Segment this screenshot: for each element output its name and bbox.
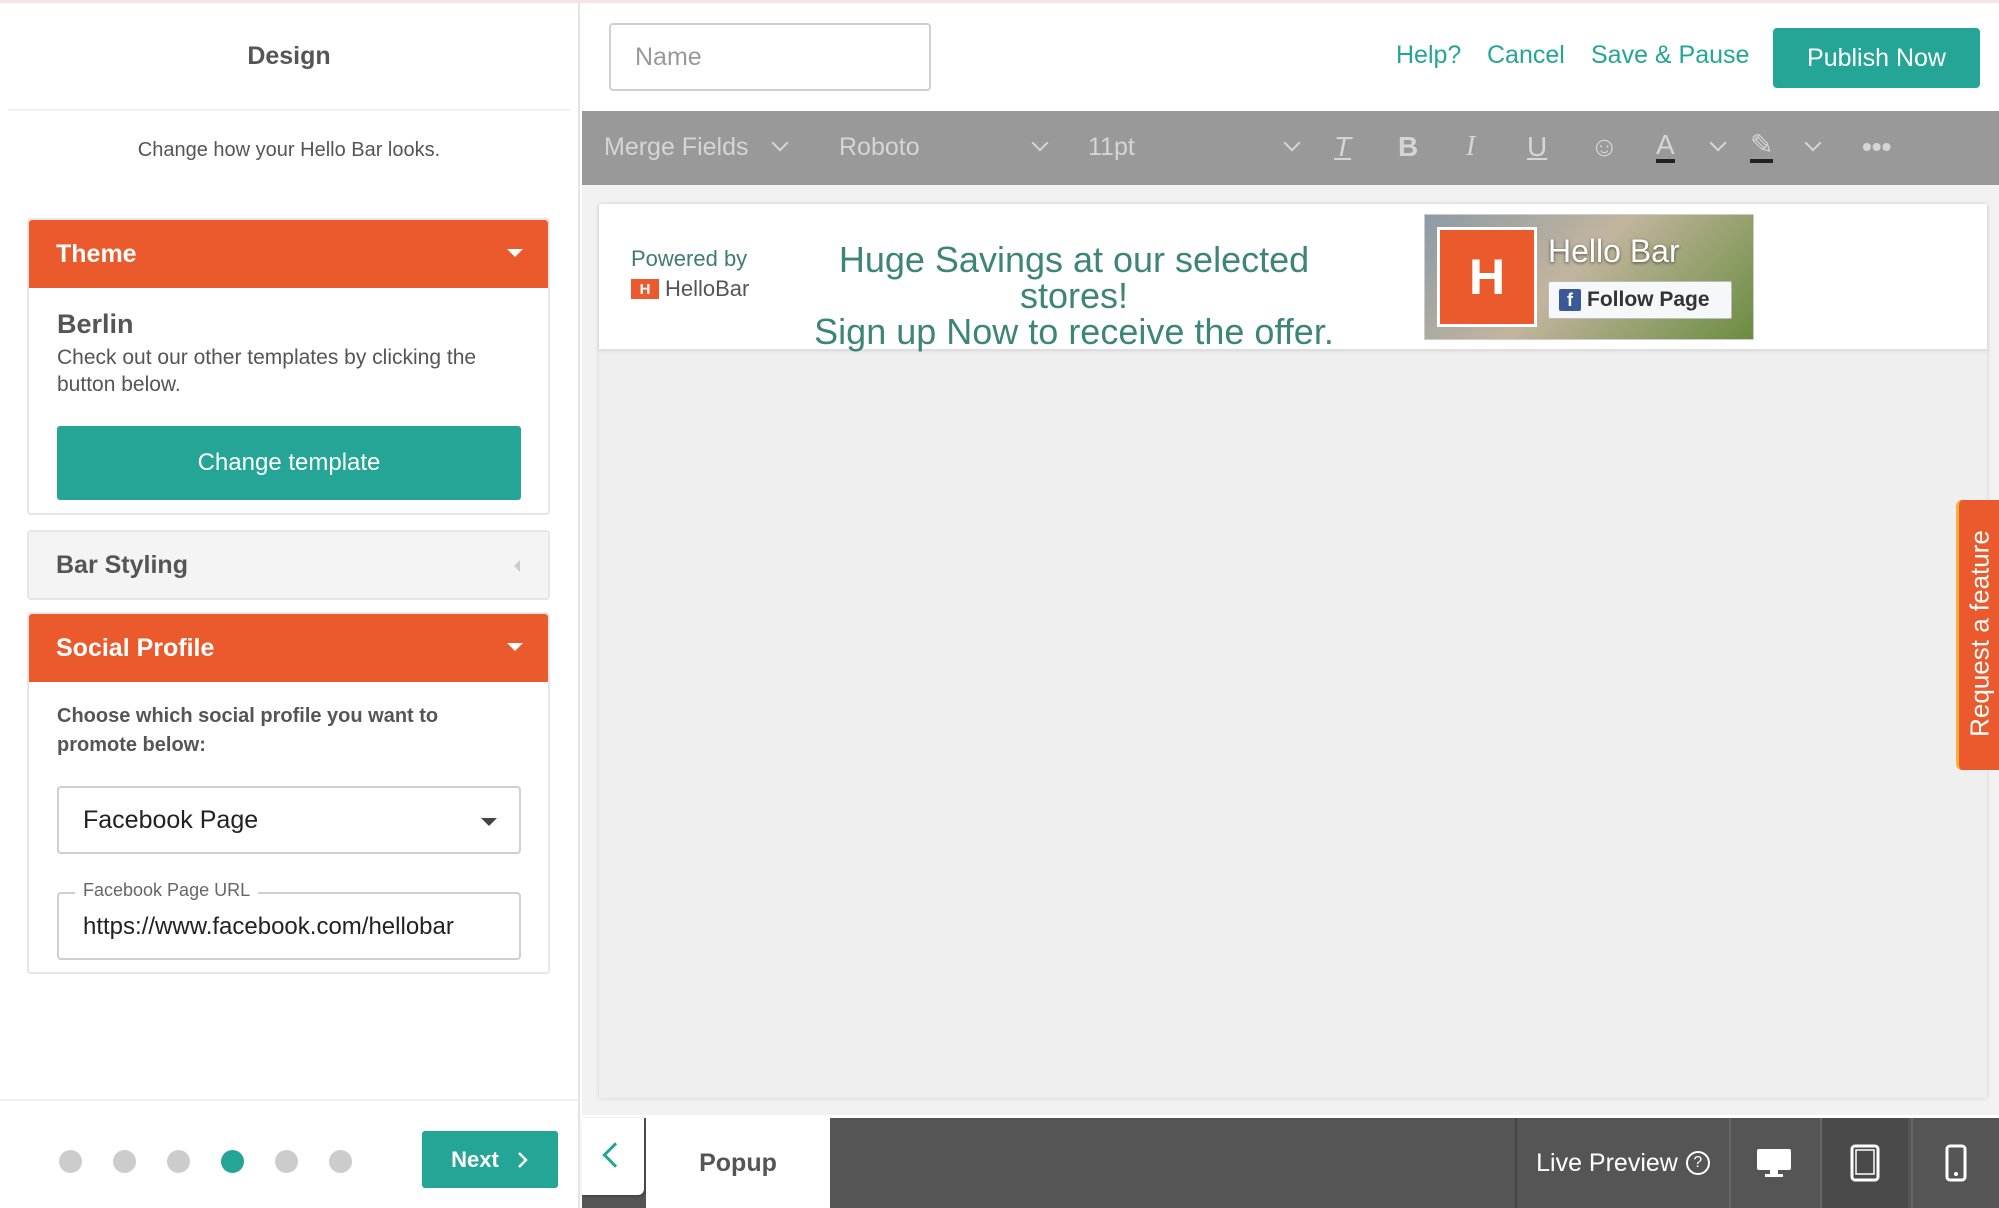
caret-down-icon bbox=[507, 643, 523, 651]
bottom-bar: Popup Live Preview ? bbox=[582, 1118, 1999, 1208]
tablet-view-button[interactable] bbox=[1820, 1118, 1908, 1208]
save-pause-link[interactable]: Save & Pause bbox=[1591, 41, 1749, 70]
sidebar-header: Design bbox=[8, 3, 570, 111]
font-size-dropdown[interactable]: 11pt bbox=[1088, 133, 1135, 162]
hellobar-avatar: H bbox=[1437, 227, 1537, 327]
name-input[interactable] bbox=[609, 23, 931, 91]
live-preview-button[interactable]: Live Preview ? bbox=[1515, 1118, 1729, 1208]
facebook-url-label: Facebook Page URL bbox=[75, 880, 259, 901]
facebook-url-input[interactable] bbox=[83, 912, 508, 942]
social-profile-panel: Social Profile Choose which social profi… bbox=[27, 612, 550, 974]
step-dot[interactable] bbox=[59, 1150, 82, 1173]
headline-line-1: Huge Savings at our selected stores! bbox=[838, 239, 1310, 316]
bar-styling-title: Bar Styling bbox=[56, 550, 188, 579]
step-dot[interactable] bbox=[113, 1150, 136, 1173]
desktop-view-button[interactable] bbox=[1729, 1118, 1817, 1208]
request-feature-label: Request a feature bbox=[1964, 530, 1995, 737]
design-sidebar: Design Change how your Hello Bar looks. … bbox=[0, 3, 580, 1208]
follow-page-label: Follow Page bbox=[1587, 288, 1710, 311]
theme-panel-header[interactable]: Theme bbox=[29, 220, 548, 288]
theme-description: Check out our other templates by clickin… bbox=[57, 346, 477, 396]
facebook-widget[interactable]: H Hello Bar f Follow Page bbox=[1424, 214, 1754, 340]
sidebar-footer: Next bbox=[0, 1099, 578, 1208]
font-dropdown[interactable]: Roboto bbox=[839, 133, 920, 162]
chevron-down-icon bbox=[1283, 134, 1301, 152]
step-dot[interactable] bbox=[167, 1150, 190, 1173]
sidebar-subtitle: Change how your Hello Bar looks. bbox=[137, 139, 441, 161]
preview-frame: Powered by H HelloBar Huge Savings at ou… bbox=[599, 204, 1987, 1098]
top-bar: Help? Cancel Save & Pause Publish Now bbox=[582, 3, 1999, 111]
step-dot[interactable] bbox=[329, 1150, 352, 1173]
editor-toolbar: Merge Fields Roboto 11pt T B I U ☺ A ✎ •… bbox=[582, 111, 1999, 185]
facebook-page-title: Hello Bar bbox=[1548, 233, 1680, 269]
next-button-label: Next bbox=[451, 1146, 499, 1172]
live-preview-label: Live Preview bbox=[1536, 1148, 1678, 1177]
chevron-down-icon bbox=[1709, 134, 1727, 152]
clear-format-icon[interactable]: T bbox=[1334, 131, 1351, 163]
social-profile-panel-header[interactable]: Social Profile bbox=[29, 614, 548, 682]
popup-tab[interactable]: Popup bbox=[646, 1118, 830, 1208]
hellobar-logo-icon: H bbox=[631, 279, 659, 299]
chevron-down-icon bbox=[1031, 134, 1049, 152]
facebook-icon: f bbox=[1559, 289, 1581, 311]
desktop-icon bbox=[1757, 1149, 1791, 1177]
follow-page-button[interactable]: f Follow Page bbox=[1548, 281, 1732, 319]
italic-icon[interactable]: I bbox=[1466, 131, 1475, 163]
emoji-icon[interactable]: ☺ bbox=[1590, 131, 1619, 163]
collapse-sidebar-button[interactable] bbox=[582, 1118, 644, 1195]
merge-fields-dropdown[interactable]: Merge Fields bbox=[604, 133, 749, 162]
hellobar-logo: H HelloBar bbox=[631, 276, 749, 302]
social-profile-panel-title: Social Profile bbox=[56, 633, 215, 662]
step-dot-active[interactable] bbox=[221, 1150, 244, 1173]
help-circle-icon[interactable]: ? bbox=[1685, 1151, 1710, 1175]
highlight-icon[interactable]: ✎ bbox=[1750, 131, 1774, 163]
tablet-icon bbox=[1850, 1144, 1880, 1182]
bold-icon[interactable]: B bbox=[1398, 131, 1418, 163]
headline-line-2: Sign up Now to receive the offer. bbox=[814, 311, 1334, 352]
social-profile-select[interactable]: Facebook Page bbox=[57, 786, 521, 854]
chevron-down-icon bbox=[1804, 134, 1822, 152]
caret-left-icon bbox=[514, 560, 520, 572]
more-icon[interactable]: ••• bbox=[1862, 131, 1891, 163]
next-button[interactable]: Next bbox=[422, 1131, 558, 1188]
mobile-icon bbox=[1945, 1144, 1967, 1182]
theme-panel: Theme Berlin Check out our other templat… bbox=[27, 218, 550, 515]
change-template-button[interactable]: Change template bbox=[57, 426, 521, 500]
request-feature-tab[interactable]: Request a feature bbox=[1956, 500, 1999, 770]
theme-panel-title: Theme bbox=[56, 239, 137, 268]
underline-icon[interactable]: U bbox=[1527, 131, 1547, 163]
facebook-url-field: Facebook Page URL bbox=[57, 880, 521, 960]
step-dot[interactable] bbox=[275, 1150, 298, 1173]
social-profile-select-value: Facebook Page bbox=[83, 805, 259, 834]
chevron-left-icon bbox=[602, 1142, 628, 1168]
theme-name: Berlin bbox=[57, 309, 134, 339]
help-link[interactable]: Help? bbox=[1396, 41, 1461, 70]
sidebar-title: Design bbox=[247, 41, 331, 70]
dropdown-caret-icon bbox=[481, 818, 497, 826]
chevron-down-icon bbox=[771, 134, 789, 152]
hellobar-logo-text: HelloBar bbox=[665, 276, 750, 301]
powered-by-text: Powered by bbox=[631, 246, 748, 271]
mobile-view-button[interactable] bbox=[1911, 1118, 1999, 1208]
hello-bar-preview[interactable]: Powered by H HelloBar Huge Savings at ou… bbox=[599, 204, 1987, 350]
text-color-icon[interactable]: A bbox=[1656, 131, 1675, 163]
bar-headline[interactable]: Huge Savings at our selected stores! Sig… bbox=[784, 242, 1364, 350]
bar-styling-panel[interactable]: Bar Styling bbox=[27, 530, 550, 600]
publish-now-button[interactable]: Publish Now bbox=[1773, 28, 1980, 88]
preview-canvas: Powered by H HelloBar Huge Savings at ou… bbox=[582, 185, 1999, 1115]
caret-down-icon bbox=[507, 249, 523, 257]
step-indicator bbox=[59, 1150, 352, 1173]
social-profile-description: Choose which social profile you want to … bbox=[57, 705, 439, 756]
chevron-right-icon bbox=[517, 1151, 528, 1168]
cancel-link[interactable]: Cancel bbox=[1487, 41, 1565, 70]
